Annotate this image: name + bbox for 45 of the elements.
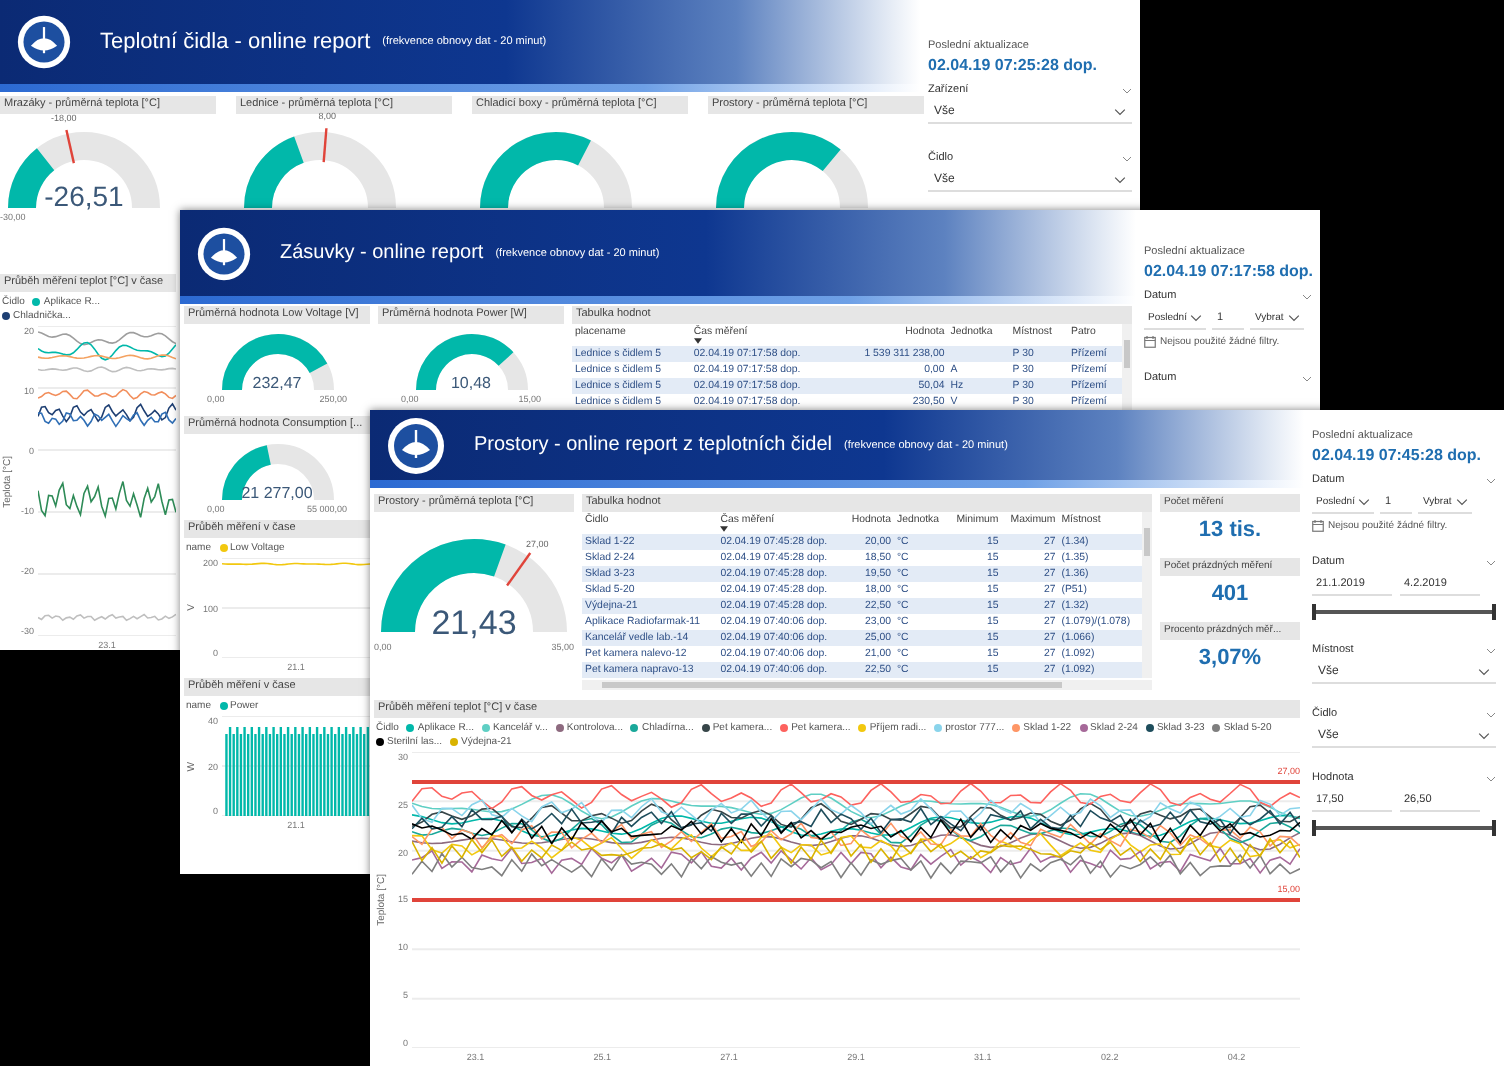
chevron-down-icon[interactable] bbox=[1302, 375, 1312, 381]
chevron-down-icon bbox=[1190, 314, 1203, 322]
chevron-down-icon[interactable] bbox=[1486, 775, 1496, 781]
gauge-value: 232,47 bbox=[252, 376, 302, 392]
scrollbar[interactable] bbox=[582, 680, 1152, 690]
kpi-value: 401 bbox=[1209, 580, 1251, 610]
kpi-value: 13 tis. bbox=[1196, 516, 1264, 546]
emblem-icon bbox=[16, 14, 72, 70]
gauge-value: -26,51 bbox=[44, 182, 124, 210]
report-title: Teplotní čidla - online report bbox=[100, 30, 371, 54]
update-time: 02.04.19 07:45:28 dop. bbox=[1312, 446, 1483, 464]
chart-line bbox=[38, 613, 176, 622]
chart-line bbox=[38, 411, 176, 428]
report-title: Prostory - online report z teplotních čidel bbox=[474, 434, 832, 456]
chevron-down-icon bbox=[1478, 668, 1490, 676]
report-title: Zásuvky - online report bbox=[280, 242, 484, 264]
chevron-down-icon[interactable] bbox=[1302, 293, 1312, 299]
calendar-icon bbox=[1144, 336, 1156, 348]
chevron-down-icon bbox=[1358, 498, 1371, 506]
range-slider[interactable] bbox=[1312, 604, 1496, 620]
update-time: 02.04.19 07:17:58 dop. bbox=[1144, 262, 1312, 280]
emblem-icon bbox=[196, 225, 252, 281]
kpi-value: 3,07% bbox=[1196, 644, 1264, 674]
chevron-down-icon[interactable] bbox=[1486, 559, 1496, 565]
scrollbar[interactable] bbox=[1122, 324, 1132, 410]
chevron-down-icon[interactable] bbox=[1122, 87, 1132, 93]
chevron-down-icon bbox=[1114, 108, 1126, 116]
chevron-down-icon[interactable] bbox=[1486, 477, 1496, 483]
chevron-down-icon bbox=[1478, 732, 1490, 740]
calendar-icon bbox=[1312, 520, 1324, 532]
chevron-down-icon bbox=[1455, 498, 1468, 506]
gauge-value: 10,48 bbox=[450, 376, 492, 392]
range-slider[interactable] bbox=[1312, 820, 1496, 836]
chart-line bbox=[38, 480, 176, 520]
chart-line bbox=[38, 366, 176, 373]
update-time: 02.04.19 07:25:28 dop. bbox=[928, 56, 1099, 74]
chevron-down-icon bbox=[1114, 176, 1126, 184]
chevron-down-icon[interactable] bbox=[1486, 647, 1496, 653]
chevron-down-icon[interactable] bbox=[1122, 155, 1132, 161]
scrollbar[interactable] bbox=[1142, 512, 1152, 678]
chevron-down-icon[interactable] bbox=[1486, 711, 1496, 717]
gauge-value: 21 277,00 bbox=[241, 486, 313, 502]
gauge-value: 21,43 bbox=[431, 606, 517, 640]
chevron-down-icon bbox=[1287, 314, 1300, 322]
emblem-icon bbox=[386, 415, 446, 475]
